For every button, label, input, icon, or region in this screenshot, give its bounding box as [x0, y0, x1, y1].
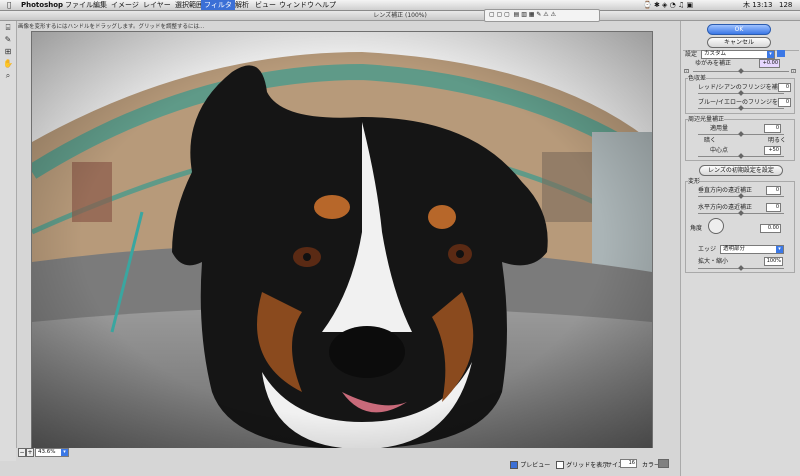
menu-image[interactable]: イメージ	[108, 0, 142, 10]
vertical-perspective-field[interactable]: 0	[766, 186, 781, 195]
angle-label: 角度	[690, 225, 703, 232]
vertical-perspective-slider[interactable]	[698, 193, 784, 199]
fix-red-cyan-knob[interactable]	[738, 90, 744, 96]
apple-menu-icon[interactable]: 	[4, 0, 14, 10]
fix-blue-yellow-knob[interactable]	[738, 105, 744, 111]
scale-slider[interactable]	[698, 265, 784, 271]
vertical-perspective-knob[interactable]	[738, 193, 744, 199]
amount-label: 適用量	[710, 125, 729, 132]
menu-analysis[interactable]: 解析	[232, 0, 252, 10]
chromatic-group: 色収差 レッド/シアンのフリンジを補正 0 ブルー/イエローのフリンジを補正 0	[685, 75, 795, 114]
fix-red-cyan-slider[interactable]	[698, 90, 784, 96]
toolbar-icons[interactable]: ▢ ▢ ▢ ▤ ▥ ▦ ✎ ⚠ ⚠	[489, 11, 556, 18]
ok-button[interactable]: OK	[707, 24, 771, 35]
remove-distortion-knob[interactable]	[738, 68, 744, 74]
midpoint-label: 中心点	[710, 147, 729, 154]
chromatic-label: 色収差	[688, 75, 707, 82]
midpoint-knob[interactable]	[738, 153, 744, 159]
menu-bar:  Photoshop ファイル 編集 イメージ レイヤー 選択範囲 フィルタ …	[0, 0, 800, 11]
grid-toggle[interactable]: グリッドを表示	[556, 460, 608, 469]
chevron-down-icon: ▾	[61, 449, 68, 456]
dog-photo	[32, 32, 652, 449]
fix-red-cyan-field[interactable]: 0	[778, 83, 791, 92]
tool-strip: ⌸ ✎ ⊞ ✋ ⌕	[0, 21, 17, 461]
remove-distortion-slider[interactable]	[693, 68, 789, 74]
hint-text: 画像を変形するにはハンドルをドラッグします。グリッドを調整するには...	[18, 24, 205, 30]
grid-size-field[interactable]: 16	[620, 459, 637, 468]
menu-filter[interactable]: フィルタ	[201, 0, 235, 10]
transform-group: 変形 垂直方向の遠近補正 0 水平方向の遠近補正 0 角度 0.00 エッジ 透…	[685, 178, 795, 273]
set-lens-default-button[interactable]: レンズの初期設定を設定	[699, 165, 783, 176]
scale-label: 拡大・縮小	[698, 258, 729, 265]
transform-label: 変形	[688, 178, 701, 185]
straighten-icon[interactable]: ✎	[3, 35, 13, 45]
zoom-icon[interactable]: ⌕	[3, 71, 13, 81]
menu-view[interactable]: ビュー	[252, 0, 279, 10]
scale-knob[interactable]	[738, 265, 744, 271]
menu-edit[interactable]: 編集	[90, 0, 110, 10]
status-icons[interactable]: ⌚ ✱ ◈ ◔ ♫ ▣	[640, 0, 696, 10]
grid-checkbox[interactable]	[556, 461, 564, 469]
fix-blue-yellow-slider[interactable]	[698, 105, 784, 111]
setting-select[interactable]: カスタム ▾	[701, 50, 775, 59]
dialog-titlebar: レンズ補正 (100%)	[0, 11, 800, 21]
scale-field[interactable]: 100%	[764, 257, 783, 266]
midpoint-slider[interactable]	[698, 153, 784, 159]
menu-help[interactable]: ヘルプ	[312, 0, 339, 10]
vertical-perspective-label: 垂直方向の遠近補正	[698, 187, 753, 194]
menu-layer[interactable]: レイヤー	[140, 0, 174, 10]
dialog-title: レンズ補正 (100%)	[373, 12, 427, 19]
fix-blue-yellow-field[interactable]: 0	[778, 98, 791, 107]
preview-checkbox[interactable]	[510, 461, 518, 469]
edge-label: エッジ	[698, 246, 717, 253]
move-grid-icon[interactable]: ⊞	[3, 47, 13, 57]
pincushion-icon: ⊡	[684, 68, 690, 75]
zoom-select[interactable]: 43.6% ▾	[35, 448, 69, 457]
zoom-out-icon[interactable]: −	[18, 448, 26, 457]
fix-blue-yellow-label: ブルー/イエローのフリンジを補正	[698, 99, 790, 106]
chevron-down-icon: ▾	[767, 51, 774, 58]
bottom-bar: − + 43.6% ▾ プレビュー グリッドを表示 サイズ 16 カラー	[16, 448, 680, 476]
amount-slider[interactable]	[698, 131, 784, 137]
menubar-extra: 128	[779, 1, 793, 9]
grid-label: グリッドを表示	[566, 462, 609, 469]
edge-value: 透明部分	[723, 246, 746, 252]
vignette-label: 周辺光量補正	[688, 116, 725, 123]
horizontal-perspective-knob[interactable]	[738, 210, 744, 216]
setting-value: カスタム	[704, 51, 727, 57]
remove-distortion-field[interactable]: +0.00	[759, 59, 780, 68]
preview-label: プレビュー	[520, 462, 551, 469]
menu-window[interactable]: ウィンドウ	[276, 0, 317, 10]
angle-dial[interactable]	[708, 218, 724, 234]
vignette-group: 周辺光量補正 適用量 0 暗く 明るく 中心点 +50	[685, 116, 795, 161]
remove-distortion-label: ゆがみを補正	[695, 60, 732, 67]
grid-color-swatch[interactable]	[658, 459, 669, 468]
remove-distortion-icon[interactable]: ⌸	[3, 23, 13, 33]
zoom-in-icon[interactable]: +	[26, 448, 34, 457]
menu-photoshop[interactable]: Photoshop	[18, 0, 66, 10]
midpoint-field[interactable]: +50	[764, 146, 781, 155]
angle-field[interactable]: 0.00	[760, 224, 781, 233]
settings-menu-icon[interactable]	[777, 50, 785, 57]
horizontal-perspective-slider[interactable]	[698, 210, 784, 216]
cancel-button[interactable]: キャンセル	[707, 37, 771, 48]
settings-panel: OK キャンセル 設定 カスタム ▾ ゆがみを補正 +0.00 ⊡ ⊡ 色収差 …	[680, 21, 800, 476]
barrel-icon: ⊡	[791, 68, 797, 75]
chevron-down-icon: ▾	[776, 246, 783, 253]
zoom-value: 43.6%	[38, 449, 56, 455]
horizontal-perspective-field[interactable]: 0	[766, 203, 781, 212]
darken-label: 暗く	[704, 137, 717, 144]
preview-canvas[interactable]	[31, 31, 653, 450]
horizontal-perspective-label: 水平方向の遠近補正	[698, 204, 753, 211]
setting-label: 設定	[685, 51, 698, 58]
lighten-label: 明るく	[768, 137, 787, 144]
edge-select[interactable]: 透明部分 ▾	[720, 245, 784, 254]
hand-icon[interactable]: ✋	[3, 59, 13, 69]
menubar-clock[interactable]: 木 13:13	[740, 0, 775, 10]
amount-knob[interactable]	[738, 131, 744, 137]
amount-field[interactable]: 0	[764, 124, 781, 133]
preview-toggle[interactable]: プレビュー	[510, 460, 550, 469]
bridge-toolbar[interactable]: ▢ ▢ ▢ ▤ ▥ ▦ ✎ ⚠ ⚠	[484, 9, 600, 22]
